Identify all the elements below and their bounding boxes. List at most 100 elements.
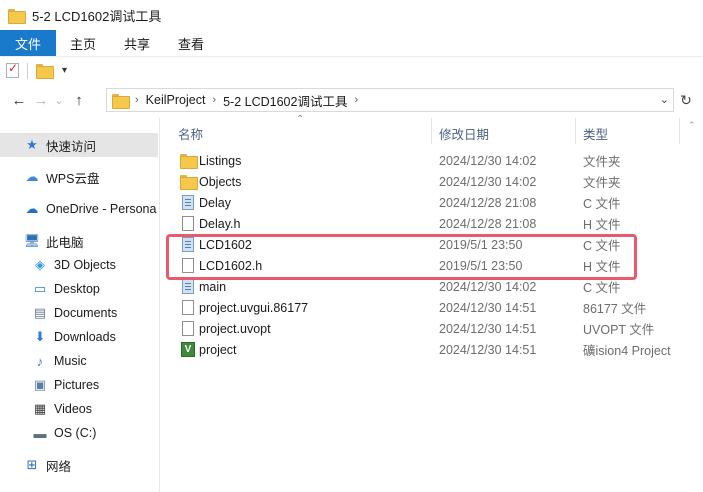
refresh-icon[interactable]: ↻ — [676, 90, 696, 110]
sidebar-item-label: WPS云盘 — [46, 171, 100, 186]
file-date: 2024/12/28 21:08 — [439, 195, 537, 210]
downloads-icon: ⬇ — [34, 329, 46, 344]
new-folder-icon[interactable] — [36, 64, 54, 79]
sidebar-item-label: 此电脑 — [46, 235, 84, 250]
sidebar-item-label: OneDrive - Persona — [46, 202, 157, 216]
column-header-name[interactable]: 名称 — [178, 124, 203, 143]
file-row[interactable]: project.uvgui.86177 2024/12/30 14:51 861… — [172, 297, 682, 318]
column-header-date[interactable]: 修改日期 — [439, 124, 489, 143]
sidebar-item-3d-objects[interactable]: ◈ 3D Objects — [0, 253, 158, 277]
file-name: Objects — [199, 174, 242, 189]
file-type: 86177 文件 — [583, 302, 647, 316]
back-icon[interactable]: ← — [8, 89, 30, 111]
file-type: H 文件 — [583, 218, 621, 232]
3d-objects-icon: ◈ — [35, 257, 45, 272]
column-divider[interactable] — [575, 118, 576, 144]
sort-ascending-icon: ⌃ — [296, 114, 305, 125]
desktop-icon: ▭ — [33, 281, 47, 296]
file-name: Listings — [199, 153, 242, 168]
uvision-project-icon: V — [180, 342, 196, 358]
quick-access-toolbar: ▾ — [0, 56, 703, 84]
tab-file[interactable]: 文件 — [0, 30, 56, 56]
forward-icon[interactable]: → — [30, 89, 52, 111]
file-date: 2024/12/28 21:08 — [439, 216, 537, 231]
onedrive-icon: ☁ — [25, 201, 39, 216]
sidebar-item-desktop[interactable]: ▭ Desktop — [0, 277, 158, 301]
file-row[interactable]: Delay.h 2024/12/28 21:08 H 文件 — [172, 213, 682, 234]
file-date: 2024/12/30 14:02 — [439, 174, 537, 189]
computer-icon: 🖥 — [23, 233, 41, 248]
sidebar-item-label: 3D Objects — [54, 258, 116, 272]
sidebar-item-label: Videos — [54, 402, 92, 416]
toolbar-divider — [27, 62, 28, 79]
sidebar-item-pictures[interactable]: ▣ Pictures — [0, 373, 158, 397]
file-row[interactable]: project.uvopt 2024/12/30 14:51 UVOPT 文件 — [172, 318, 682, 339]
ribbon-tabs: 文件 主页 共享 查看 — [0, 30, 703, 56]
file-row[interactable]: Listings 2024/12/30 14:02 文件夹 — [172, 150, 682, 171]
documents-icon: ▤ — [33, 305, 47, 320]
column-divider[interactable] — [431, 118, 432, 144]
music-icon: ♪ — [36, 353, 44, 369]
file-date: 2024/12/30 14:51 — [439, 300, 537, 315]
generic-file-icon — [180, 300, 196, 316]
scroll-up-icon[interactable]: ⌃ — [688, 120, 696, 131]
window-title: 5-2 LCD1602调试工具 — [32, 8, 162, 24]
drive-icon: ▬ — [33, 425, 47, 441]
recent-locations-icon[interactable]: ⌄ — [52, 89, 66, 111]
chevron-down-icon[interactable]: ⌄ — [660, 93, 669, 106]
customize-toolbar-icon[interactable]: ▾ — [62, 65, 67, 76]
sidebar-item-label: Music — [54, 354, 87, 368]
videos-icon: ▦ — [33, 401, 47, 416]
sidebar-item-this-pc[interactable]: 🖥 此电脑 — [0, 229, 158, 253]
file-date: 2024/12/30 14:51 — [439, 342, 537, 357]
file-name: project.uvopt — [199, 321, 271, 336]
tab-share[interactable]: 共享 — [110, 30, 164, 56]
c-file-icon — [180, 279, 196, 295]
file-row[interactable]: Delay 2024/12/28 21:08 C 文件 — [172, 192, 682, 213]
sidebar-item-wps-cloud[interactable]: ☁ WPS云盘 — [0, 165, 158, 189]
pictures-icon: ▣ — [33, 377, 47, 392]
file-type: C 文件 — [583, 197, 621, 211]
file-row[interactable]: Vproject 2024/12/30 14:51 礦ision4 Projec… — [172, 339, 682, 360]
title-bar: 5-2 LCD1602调试工具 — [0, 0, 703, 30]
file-name: project.uvgui.86177 — [199, 300, 309, 315]
sidebar-item-network[interactable]: ⊞ 网络 — [0, 453, 158, 477]
sidebar-item-label: Documents — [54, 306, 118, 320]
breadcrumb-current-folder[interactable]: 5-2 LCD1602调试工具 — [223, 91, 347, 110]
c-file-icon — [180, 195, 196, 211]
file-type: 文件夹 — [583, 155, 621, 169]
file-date: 2024/12/30 14:02 — [439, 279, 537, 294]
sidebar-item-label: Downloads — [54, 330, 116, 344]
column-headers: ⌃ 名称 修改日期 类型 — [172, 114, 692, 144]
chevron-right-icon[interactable]: › — [135, 94, 139, 106]
sidebar-item-music[interactable]: ♪ Music — [0, 349, 158, 373]
folder-icon — [180, 174, 198, 190]
up-icon[interactable]: ↑ — [68, 89, 90, 111]
column-divider[interactable] — [679, 118, 680, 144]
sidebar-item-downloads[interactable]: ⬇ Downloads — [0, 325, 158, 349]
sidebar-item-label: 网络 — [46, 459, 72, 474]
chevron-right-icon[interactable]: › — [212, 94, 216, 106]
sidebar-item-documents[interactable]: ▤ Documents — [0, 301, 158, 325]
sidebar-item-onedrive[interactable]: ☁ OneDrive - Persona — [0, 197, 158, 221]
column-header-type[interactable]: 类型 — [583, 124, 608, 143]
tab-view[interactable]: 查看 — [164, 30, 218, 56]
properties-check-icon[interactable] — [6, 61, 19, 78]
address-bar[interactable]: › KeilProject › 5-2 LCD1602调试工具 › ⌄ — [106, 88, 674, 112]
tab-home[interactable]: 主页 — [56, 30, 110, 56]
folder-icon — [180, 153, 198, 169]
sidebar-item-videos[interactable]: ▦ Videos — [0, 397, 158, 421]
sidebar-item-quick-access[interactable]: ★ 快速访问 — [0, 133, 158, 157]
file-name: project — [199, 342, 237, 357]
breadcrumb-keilproject[interactable]: KeilProject — [146, 93, 206, 107]
cloud-icon: ☁ — [25, 169, 39, 184]
sidebar-item-label: 快速访问 — [46, 139, 97, 154]
file-row[interactable]: Objects 2024/12/30 14:02 文件夹 — [172, 171, 682, 192]
address-folder-icon — [112, 93, 130, 109]
file-date: 2024/12/30 14:02 — [439, 153, 537, 168]
sidebar-item-os-c[interactable]: ▬ OS (C:) — [0, 421, 158, 445]
file-type: 礦ision4 Project — [583, 344, 671, 358]
chevron-right-icon[interactable]: › — [354, 94, 358, 106]
file-name: main — [199, 279, 227, 294]
navigation-pane: ★ 快速访问 ☁ WPS云盘 ☁ OneDrive - Persona 🖥 此电… — [0, 118, 160, 492]
